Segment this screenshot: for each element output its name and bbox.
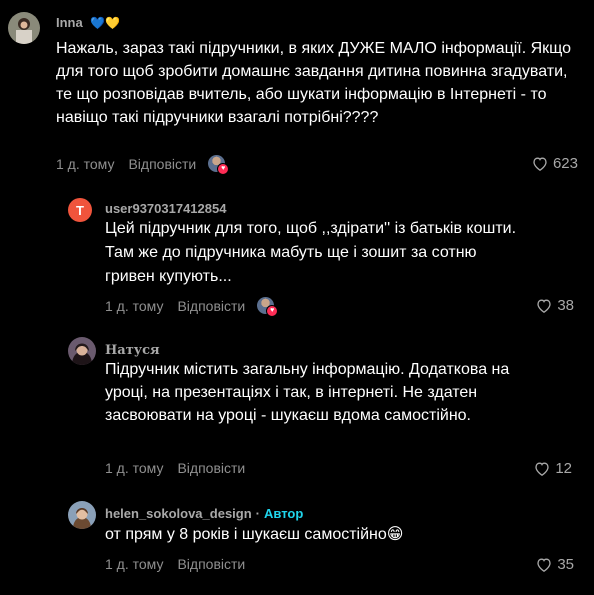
heart-outline-icon [537,558,551,572]
reply-time: 1 д. тому [105,297,164,314]
flag-emojis: 💙💛 [90,16,121,30]
reply-meta: 1 д. тому Відповісти [105,460,245,476]
reply-item: Натуся Підручник містить загальну інформ… [0,330,594,490]
author-badge: Автор [264,506,304,521]
reply-item: helen_sokolova_design · Автор от прям у 8 … [0,495,594,595]
like-button[interactable]: 35 [536,556,574,573]
comment-time: 1 д. тому [56,155,115,172]
heart-icon: ♥ [217,163,230,175]
heart-icon: ♥ [266,305,279,317]
reply-username-row: helen_sokolova_design · Автор [105,506,304,521]
heart-outline-icon [535,462,549,476]
reply-button[interactable]: Відповісти [177,460,245,476]
reply-text: Цей підручник для того, щоб ,,здірати'' … [105,220,517,285]
reply-username[interactable]: user9370317412854 [105,201,226,216]
comment-item: Inna 💙💛 Нажаль, зараз такі підручники, в… [0,0,594,190]
reply-username[interactable]: Натуся [105,343,160,358]
avatar-letter: T [76,202,84,218]
like-count: 38 [557,297,574,314]
like-count: 35 [557,556,574,573]
like-count: 623 [552,155,578,172]
comment-username[interactable]: Inna 💙💛 [56,15,120,30]
like-count: 12 [555,460,572,477]
reply-username[interactable]: helen_sokolova_design [105,506,252,521]
creator-liked-badge: ♥ [208,155,230,175]
avatar[interactable]: T [68,198,92,222]
avatar[interactable] [68,501,96,529]
reply-text: от прям у 8 років і шукаєш самостійно😁 [105,526,404,543]
reply-button[interactable]: Відповісти [128,156,196,172]
reply-meta: 1 д. тому Відповісти ♥ [105,297,279,317]
like-button[interactable]: 12 [534,460,572,477]
reply-text: Підручник містить загальну інформацію. Д… [105,361,510,424]
heart-outline-icon [533,157,547,171]
reply-time: 1 д. тому [105,556,164,572]
like-button[interactable]: 38 [536,297,574,314]
reply-button[interactable]: Відповісти [177,298,245,314]
avatar[interactable] [68,337,96,365]
reply-meta: 1 д. тому Відповісти [105,556,245,572]
comment-text: Нажаль, зараз такі підручники, в яких ДУ… [56,40,572,126]
reply-item: T user9370317412854 Цей підручник для то… [0,190,594,320]
reply-time: 1 д. тому [105,460,164,476]
heart-outline-icon [537,299,551,313]
avatar[interactable] [8,12,40,44]
comment-meta: 1 д. тому Відповісти ♥ [56,155,230,175]
reply-button[interactable]: Відповісти [177,556,245,572]
like-button[interactable]: 623 [532,155,578,172]
creator-liked-badge: ♥ [257,297,279,317]
